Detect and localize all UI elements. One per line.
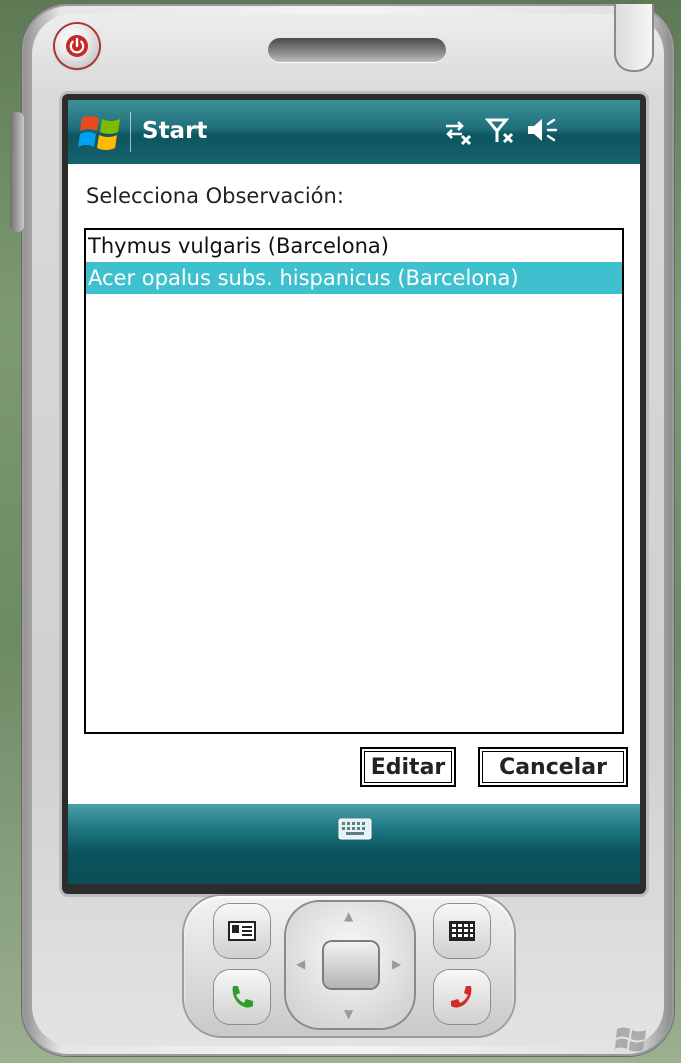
- contacts-icon: [228, 921, 256, 941]
- list-item-selected[interactable]: Acer opalus subs. hispanicus (Barcelona): [86, 262, 622, 294]
- dpad-up-icon[interactable]: ▲: [344, 910, 353, 922]
- stylus-slot: [614, 4, 654, 72]
- list-item[interactable]: Thymus vulgaris (Barcelona): [86, 230, 622, 262]
- signal-off-icon[interactable]: [484, 118, 514, 144]
- windows-logo-icon[interactable]: [78, 110, 124, 154]
- calendar-icon: [449, 921, 475, 941]
- dpad-right-icon[interactable]: ▶: [392, 958, 401, 970]
- dpad-center-button[interactable]: [324, 942, 378, 988]
- screen: Start Selecciona Observación: Thymus vul…: [68, 100, 640, 884]
- soft-key-bar: [68, 804, 640, 884]
- end-call-icon: [451, 986, 472, 1008]
- dpad-left-icon[interactable]: ◀: [296, 958, 305, 970]
- contacts-button[interactable]: [214, 904, 270, 958]
- end-call-button[interactable]: [434, 970, 490, 1024]
- cancel-button[interactable]: Cancelar: [478, 747, 628, 787]
- title-bar: Start: [68, 100, 640, 164]
- keyboard-icon[interactable]: [338, 818, 372, 840]
- side-key[interactable]: [10, 112, 24, 232]
- edit-button[interactable]: Editar: [360, 747, 456, 787]
- title-separator: [130, 112, 131, 152]
- call-icon: [232, 986, 253, 1008]
- dialog-content: Selecciona Observación: Thymus vulgaris …: [68, 164, 640, 804]
- call-button[interactable]: [214, 970, 270, 1024]
- speaker-grille: [268, 38, 446, 62]
- title-text[interactable]: Start: [142, 118, 207, 144]
- connectivity-off-icon[interactable]: [446, 121, 472, 146]
- observation-listbox[interactable]: Thymus vulgaris (Barcelona) Acer opalus …: [84, 228, 624, 734]
- power-button[interactable]: [55, 24, 99, 68]
- hardware-controls: ▲ ▼ ◀ ▶: [184, 876, 514, 1036]
- dpad-down-icon[interactable]: ▼: [344, 1008, 353, 1020]
- dpad[interactable]: ▲ ▼ ◀ ▶: [286, 902, 414, 1028]
- prompt-label: Selecciona Observación:: [86, 184, 344, 208]
- calendar-button[interactable]: [434, 904, 490, 958]
- speaker-icon[interactable]: [528, 118, 558, 142]
- status-icons: [446, 118, 558, 146]
- device-windows-logo-icon: [615, 1027, 646, 1052]
- power-icon: [66, 35, 88, 57]
